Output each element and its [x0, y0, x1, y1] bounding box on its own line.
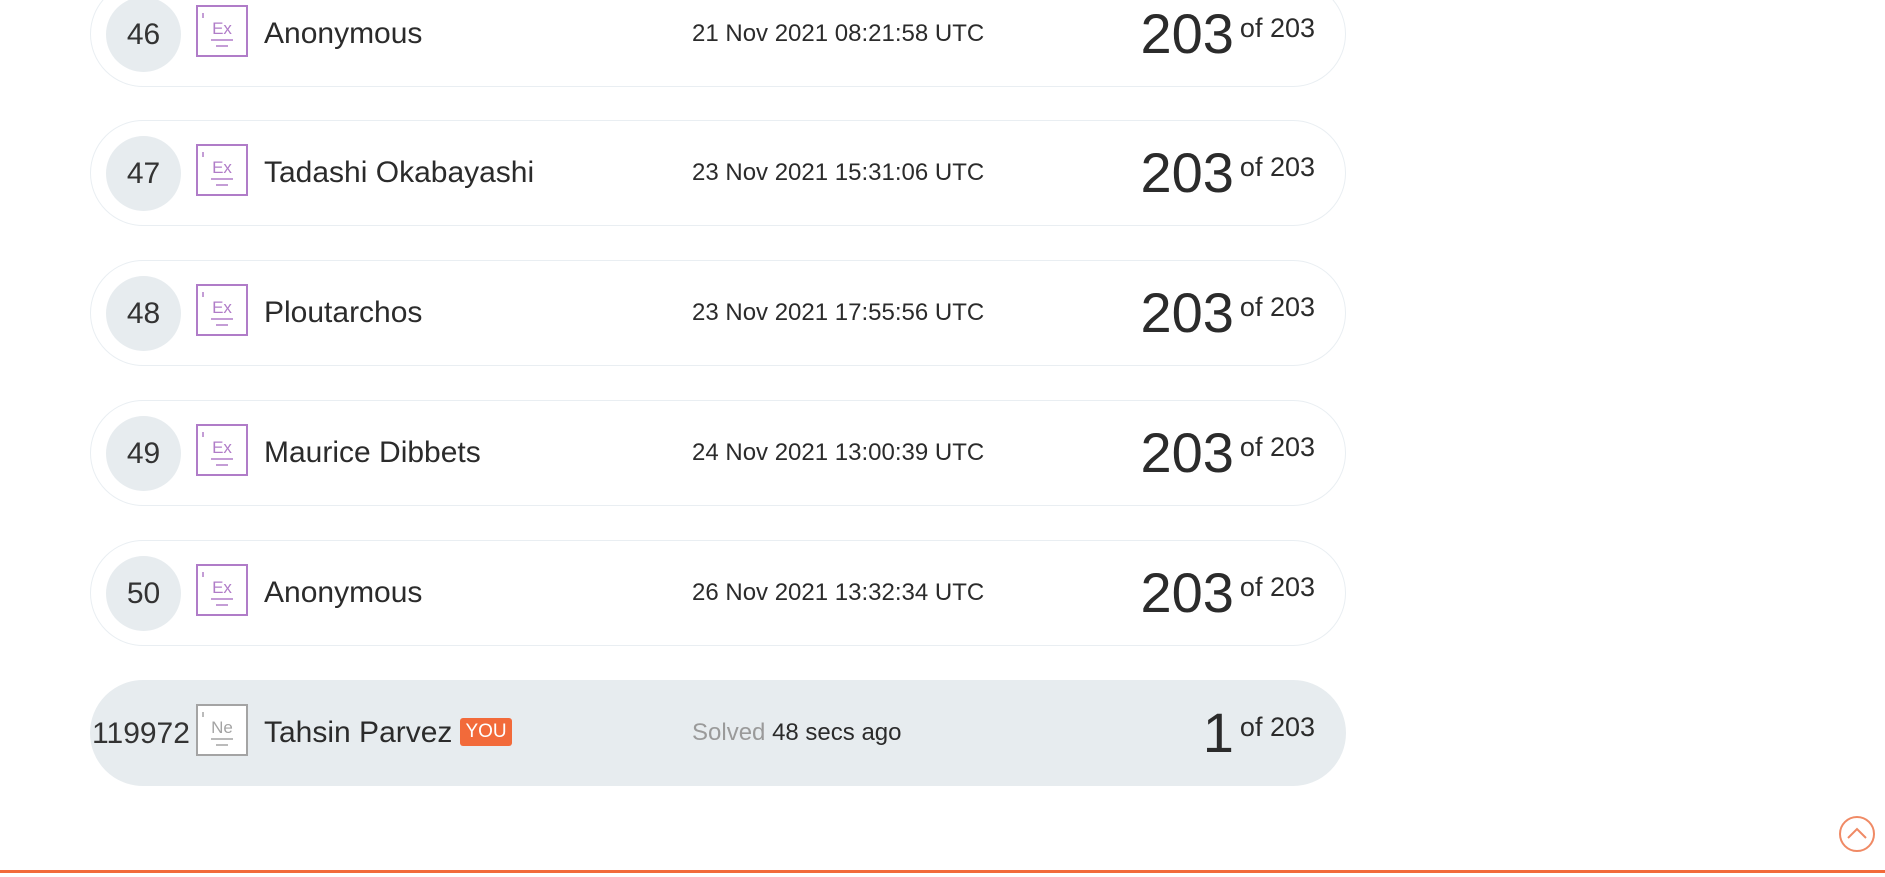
you-badge: YOU [460, 718, 512, 747]
rank-number: 49 [106, 416, 181, 491]
level-badge-icon: Ex [196, 144, 248, 196]
solved-label: Solved [692, 719, 766, 746]
leaderboard-row[interactable]: 47 Ex Tadashi Okabayashi 23 Nov 2021 15:… [90, 120, 1346, 226]
badge-label: Ex [212, 298, 232, 317]
current-user-row[interactable]: 119972 Ne Tahsin Parvez YOU Solved 48 sec… [90, 680, 1346, 786]
score-total: of 203 [1239, 712, 1315, 742]
solve-time: 23 Nov 2021 15:31:06 UTC [692, 159, 985, 186]
rank-number: 48 [106, 276, 181, 351]
solve-time: 24 Nov 2021 13:00:39 UTC [692, 439, 985, 466]
score-total: of 203 [1239, 292, 1315, 322]
score: 203 of 203 [1140, 0, 1315, 86]
player-name[interactable]: Anonymous [264, 0, 422, 86]
player-name[interactable]: Tadashi Okabayashi [264, 121, 534, 225]
rank-number: 119972 [92, 717, 190, 750]
leaderboard-row[interactable]: 50 Ex Anonymous 26 Nov 2021 13:32:34 UTC… [90, 540, 1346, 646]
player-name[interactable]: Anonymous [264, 541, 422, 645]
score-value: 203 [1140, 281, 1234, 344]
rank-number: 47 [106, 136, 181, 211]
rank-number: 50 [106, 556, 181, 631]
score-total: of 203 [1239, 152, 1315, 182]
score: 1 of 203 [1203, 681, 1315, 785]
solved-ago: 48 secs ago [772, 719, 902, 746]
player-name[interactable]: Ploutarchos [264, 261, 422, 365]
badge-label: Ex [212, 19, 232, 38]
score-value: 203 [1140, 2, 1234, 65]
score: 203 of 203 [1140, 261, 1315, 365]
rank-number: 46 [106, 0, 181, 72]
player-name[interactable]: Tahsin Parvez [264, 716, 452, 749]
level-badge-icon: Ex [196, 564, 248, 616]
player-name-cell: Tahsin Parvez YOU [264, 681, 512, 785]
leaderboard-row[interactable]: 48 Ex Ploutarchos 23 Nov 2021 17:55:56 U… [90, 260, 1346, 366]
level-badge-icon: Ex [196, 284, 248, 336]
score-total: of 203 [1239, 13, 1315, 43]
solve-time: 21 Nov 2021 08:21:58 UTC [692, 20, 985, 47]
solve-time: 23 Nov 2021 17:55:56 UTC [692, 299, 985, 326]
level-badge-icon: Ne [196, 704, 248, 756]
score-value: 1 [1202, 701, 1234, 764]
solve-time: 26 Nov 2021 13:32:34 UTC [692, 579, 985, 606]
level-badge-icon: Ex [196, 424, 248, 476]
score-total: of 203 [1239, 572, 1315, 602]
level-badge-icon: Ex [196, 5, 248, 57]
chevron-up-icon [1847, 827, 1867, 839]
score-total: of 203 [1239, 432, 1315, 462]
badge-label: Ne [211, 718, 233, 737]
leaderboard-row[interactable]: 49 Ex Maurice Dibbets 24 Nov 2021 13:00:… [90, 400, 1346, 506]
badge-label: Ex [212, 438, 232, 457]
solve-time: Solved 48 secs ago [692, 681, 901, 785]
score-value: 203 [1140, 561, 1234, 624]
score: 203 of 203 [1140, 541, 1315, 645]
score-value: 203 [1140, 421, 1234, 484]
player-name[interactable]: Maurice Dibbets [264, 401, 481, 505]
footer-divider [0, 870, 1885, 873]
badge-label: Ex [212, 158, 232, 177]
score: 203 of 203 [1140, 121, 1315, 225]
score: 203 of 203 [1140, 401, 1315, 505]
score-value: 203 [1140, 141, 1234, 204]
badge-label: Ex [212, 578, 232, 597]
scroll-to-top-button[interactable] [1839, 816, 1875, 852]
leaderboard-row[interactable]: 46 Ex Anonymous 21 Nov 2021 08:21:58 UTC… [90, 0, 1346, 87]
